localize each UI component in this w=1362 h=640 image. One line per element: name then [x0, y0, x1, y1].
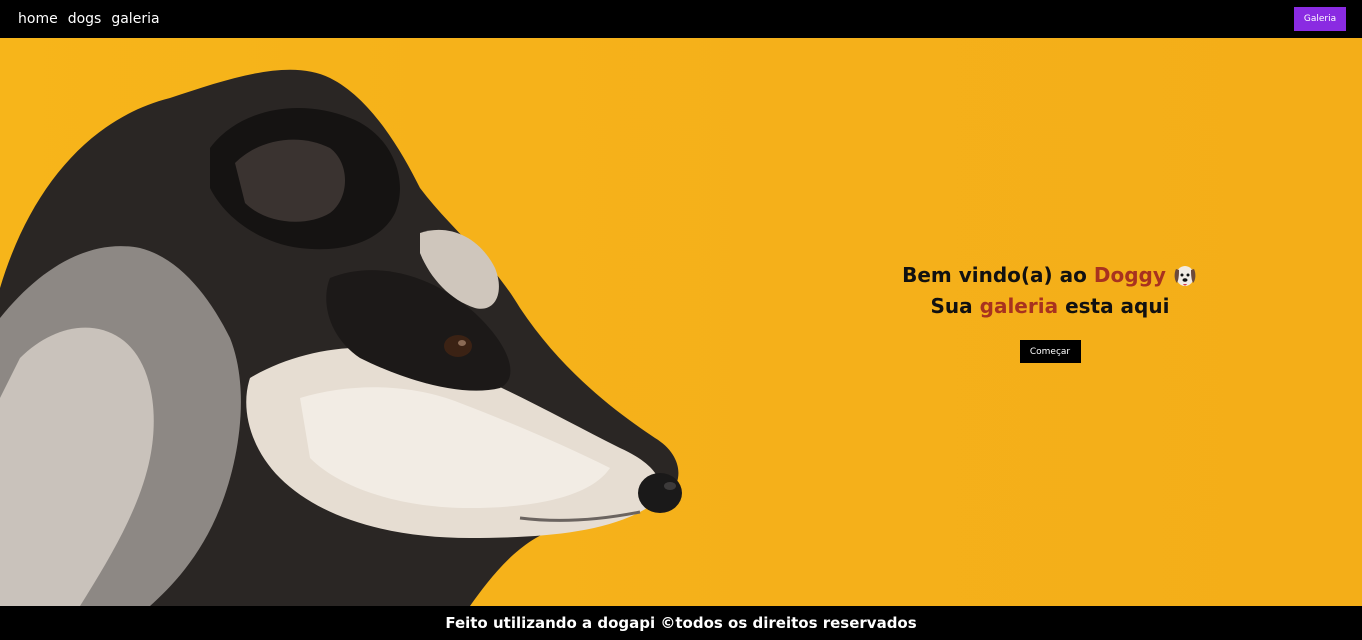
hero-text: Bem vindo(a) ao Doggy Sua galeria esta a… [880, 260, 1220, 363]
hero-subtitle-highlight: galeria [979, 294, 1059, 318]
footer: Feito utilizando a dogapi ©todos os dire… [0, 606, 1362, 640]
hero-subtitle: Sua galeria esta aqui [931, 291, 1170, 322]
hero-subtitle-suffix: esta aqui [1065, 294, 1170, 318]
nav-links: home dogs galeria [18, 11, 160, 27]
dog-face-icon [1174, 265, 1196, 286]
nav-link-dogs[interactable]: dogs [68, 11, 102, 27]
hero-title-highlight: Doggy [1093, 263, 1166, 287]
hero-title: Bem vindo(a) ao Doggy [902, 260, 1198, 291]
galeria-button[interactable]: Galeria [1294, 7, 1346, 31]
hero-title-prefix: Bem vindo(a) ao [902, 263, 1087, 287]
nav-link-galeria[interactable]: galeria [111, 11, 159, 27]
hero-section: Bem vindo(a) ao Doggy Sua galeria esta a… [0, 38, 1362, 606]
top-navbar: home dogs galeria Galeria [0, 0, 1362, 38]
footer-text: Feito utilizando a dogapi ©todos os dire… [445, 614, 917, 632]
hero-subtitle-prefix: Sua [930, 294, 973, 318]
start-button[interactable]: Começar [1019, 340, 1081, 363]
dog-profile-photo [0, 69, 682, 606]
nav-link-home[interactable]: home [18, 11, 58, 27]
